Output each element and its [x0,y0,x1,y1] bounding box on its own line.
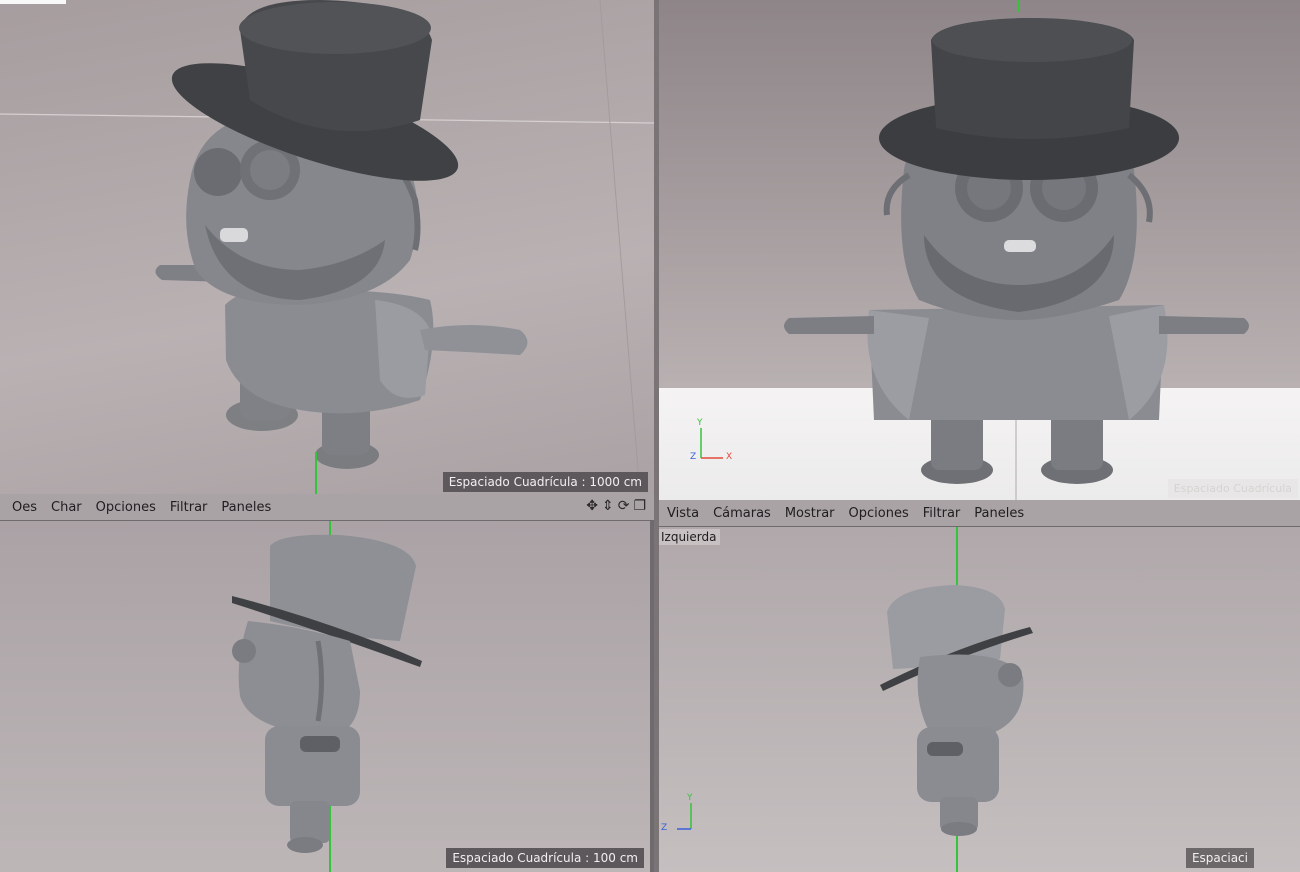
character-coat [917,727,999,802]
grid-spacing-readout: Espaciaci [1185,848,1254,868]
viewport-menubar-left: Oes Char Opciones Filtrar Paneles ✥ ⇕ ⟳ … [0,494,654,520]
gizmo-x-label: X [726,452,733,462]
character-eye [998,663,1022,687]
y-axis-line [315,452,317,494]
side-scene-left [677,527,1033,872]
viewport-menubar-right: Vista Cámaras Mostrar Opciones Filtrar P… [655,500,1300,526]
character-mouth [220,228,248,242]
character-mouth [1004,240,1036,252]
gizmo-y-label: Y [687,793,693,803]
front-scene [700,0,1249,500]
move-icon[interactable]: ✥ [586,498,598,514]
menu-item-paneles[interactable]: Paneles [967,506,1031,521]
viewport-nav-icons: ✥ ⇕ ⟳ ❐ [586,498,646,514]
character-hand [300,736,340,752]
character-leg [290,801,330,843]
grid-spacing-readout: Espaciado Cuadrícula : 1000 cm [442,472,648,492]
menu-item-char[interactable]: Char [44,500,89,515]
character-hat-top [239,2,431,54]
character-left-eye [194,148,242,196]
character-right-arm [1159,316,1249,334]
character-hat-crown [270,534,416,641]
character-eye [232,639,256,663]
character-hat-top [932,18,1132,62]
menu-item-oes[interactable]: Oes [0,500,44,515]
gizmo-z-label: Z [661,823,668,833]
gizmo-z-label: Z [690,452,697,462]
grid-line [599,0,641,494]
viewport-side-left[interactable]: Izquierda Y Z Espaciaci [655,527,1300,872]
side-scene-right [232,521,422,872]
menu-item-camaras[interactable]: Cámaras [706,506,778,521]
viewport-front[interactable]: Y Z X Espaciado Cuadrícula [659,0,1300,500]
arrows-icon[interactable]: ⇕ [602,498,614,514]
rotate-icon[interactable]: ⟳ [618,498,630,514]
maximize-icon[interactable]: ❐ [633,498,646,514]
menu-item-opciones[interactable]: Opciones [842,506,916,521]
grid-spacing-readout: Espaciado Cuadrícula [1167,479,1298,498]
character-right-arm [420,325,528,355]
menu-item-mostrar[interactable]: Mostrar [778,506,842,521]
grid-spacing-readout: Espaciado Cuadrícula : 100 cm [446,848,644,868]
character-left-arm [784,316,874,334]
character-hand [927,742,963,756]
character-foot [941,822,977,836]
menu-item-opciones[interactable]: Opciones [89,500,163,515]
menu-item-filtrar[interactable]: Filtrar [916,506,968,521]
gizmo-y-label: Y [697,418,703,428]
perspective-scene [0,0,654,494]
character-foot [287,837,323,853]
menu-item-filtrar[interactable]: Filtrar [163,500,215,515]
corner-marker [0,0,66,4]
menu-item-vista[interactable]: Vista [655,506,706,521]
viewport-side-right[interactable]: Espaciado Cuadrícula : 100 cm [0,521,650,872]
menu-item-paneles[interactable]: Paneles [214,500,278,515]
viewport-perspective[interactable]: Espaciado Cuadrícula : 1000 cm [0,0,654,494]
vertical-divider[interactable] [654,0,659,872]
